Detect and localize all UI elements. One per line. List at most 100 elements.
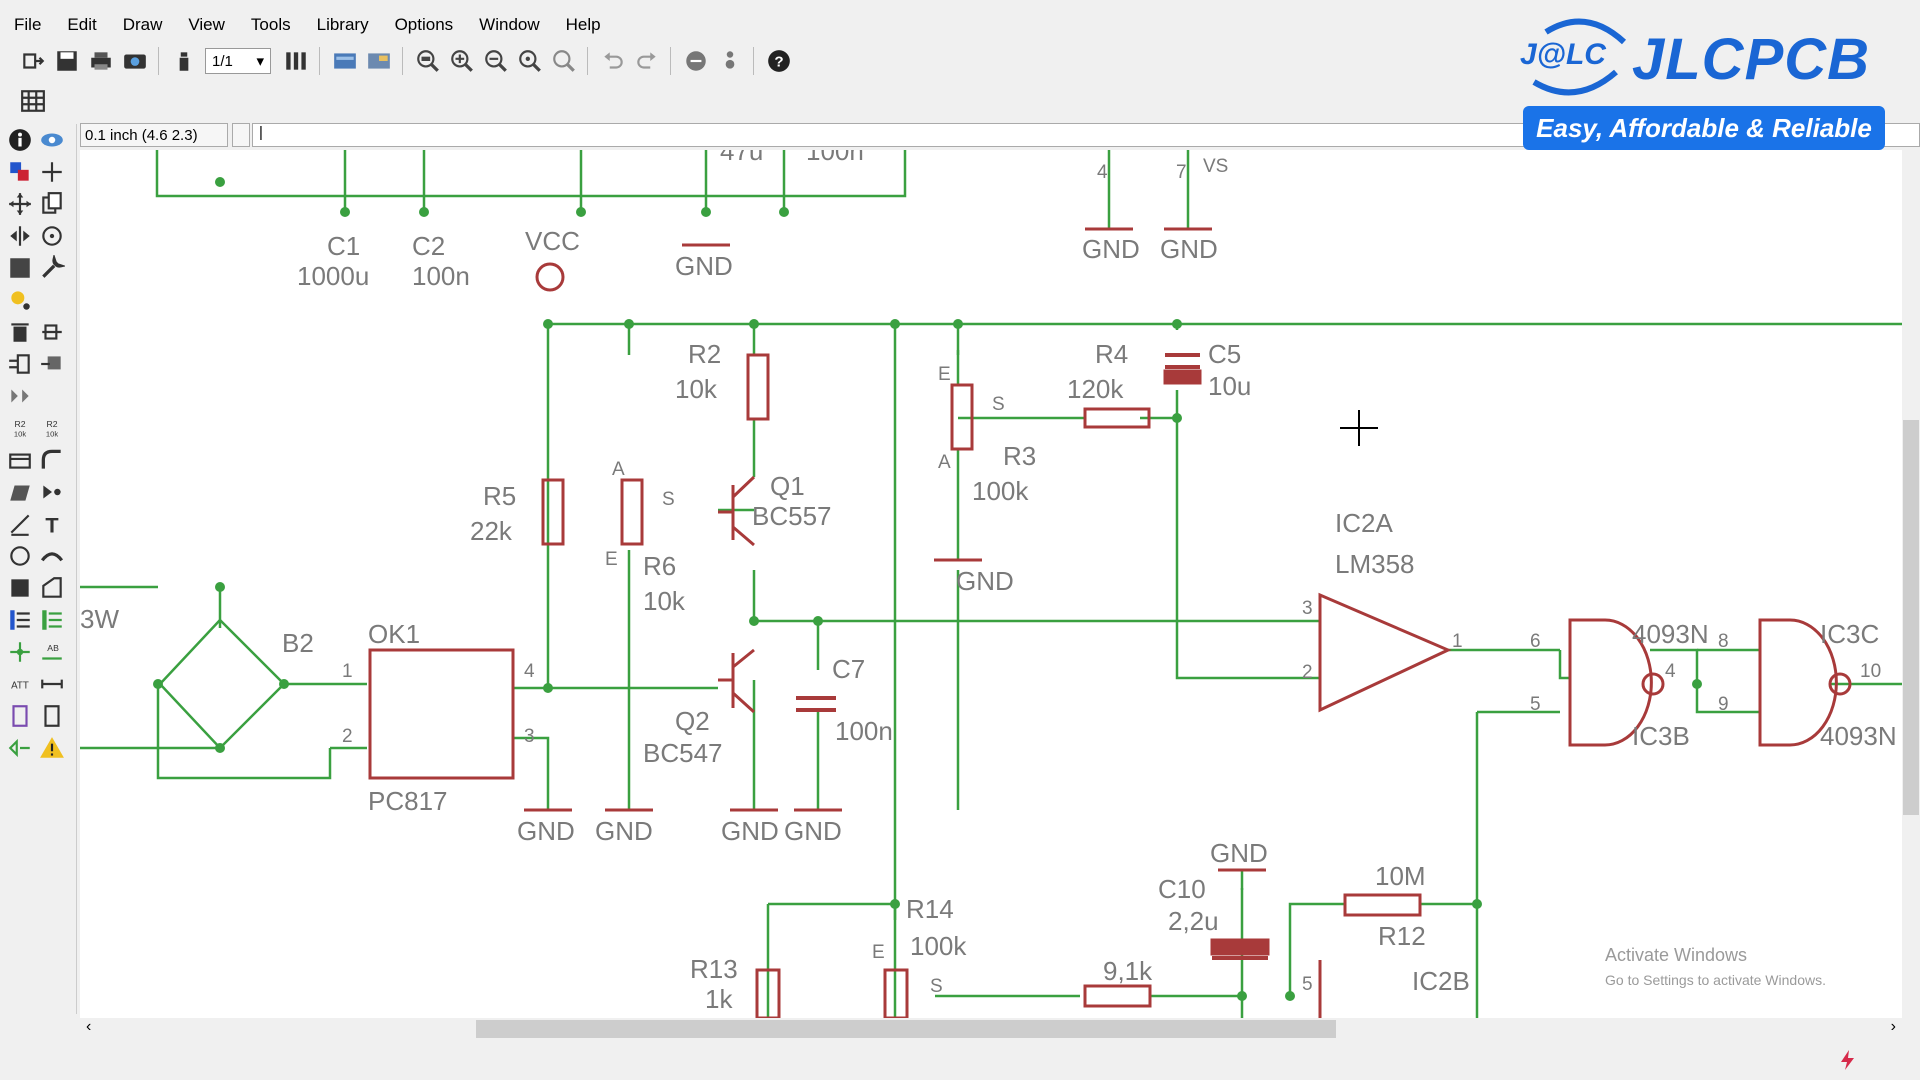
c10-name: C10 <box>1158 874 1206 904</box>
smash-icon[interactable] <box>4 444 36 476</box>
board-icon[interactable] <box>281 46 311 76</box>
crosshair-cursor <box>1340 410 1378 446</box>
junction-icon[interactable] <box>4 636 36 668</box>
menu-help[interactable]: Help <box>553 0 614 38</box>
copy-icon[interactable] <box>36 188 68 220</box>
display-layers-icon[interactable] <box>4 156 36 188</box>
undo-icon[interactable] <box>598 46 628 76</box>
gnd-label: GND <box>1160 234 1218 264</box>
c2-value: 100n <box>412 261 470 291</box>
vs-label: VS <box>1203 156 1228 177</box>
q1-name: Q1 <box>770 471 805 501</box>
menu-options[interactable]: Options <box>382 0 467 38</box>
junction-dot <box>624 319 634 329</box>
r4-name: R4 <box>1095 339 1128 369</box>
ulp-icon[interactable] <box>364 46 394 76</box>
menu-tools[interactable]: Tools <box>238 0 304 38</box>
ic3b-name: IC3B <box>1632 721 1690 751</box>
gnd-label: GND <box>784 816 842 846</box>
label-icon[interactable]: AB <box>36 636 68 668</box>
replace-icon[interactable] <box>36 348 68 380</box>
junction-dot <box>1172 319 1182 329</box>
text-icon[interactable]: T <box>36 508 68 540</box>
polygon-icon[interactable] <box>36 572 68 604</box>
warning-icon[interactable] <box>36 732 68 764</box>
paste-icon[interactable] <box>4 284 36 316</box>
sheet-select[interactable]: 1/1 ▾ <box>205 48 271 74</box>
menu-library[interactable]: Library <box>304 0 382 38</box>
dimension-icon[interactable] <box>36 668 68 700</box>
pin-8-label: 8 <box>1718 631 1729 652</box>
save-icon[interactable] <box>52 46 82 76</box>
add-icon[interactable] <box>36 316 68 348</box>
c2-name: C2 <box>412 231 445 261</box>
change-icon[interactable] <box>36 252 68 284</box>
junctions <box>153 177 1702 1001</box>
sheet-icon[interactable] <box>169 46 199 76</box>
schematic-canvas[interactable]: C1 1000u C2 100n 47u 100n VCC GND GND GN… <box>80 150 1902 1018</box>
rect-icon[interactable] <box>4 572 36 604</box>
junction-dot <box>153 679 163 689</box>
zoom-redraw-icon[interactable] <box>515 46 545 76</box>
stop-icon[interactable] <box>681 46 711 76</box>
ic3b-value: 4093N <box>1632 619 1709 649</box>
blank-tool <box>36 284 68 316</box>
print-icon[interactable] <box>86 46 116 76</box>
gateswap-icon[interactable] <box>4 380 36 412</box>
value-icon[interactable]: R2 10k <box>36 412 68 444</box>
scroll-right-icon[interactable]: › <box>1891 1018 1896 1036</box>
lightning-icon[interactable] <box>1836 1048 1860 1074</box>
show-icon[interactable] <box>36 124 68 156</box>
chevron-down-icon: ▾ <box>256 53 264 70</box>
invoke-icon[interactable] <box>36 476 68 508</box>
bus-icon[interactable] <box>4 604 36 636</box>
zoom-out-icon[interactable] <box>481 46 511 76</box>
go-icon[interactable] <box>715 46 745 76</box>
menu-window[interactable]: Window <box>466 0 552 38</box>
module-icon[interactable] <box>36 700 68 732</box>
delete-icon[interactable] <box>4 316 36 348</box>
net-icon[interactable] <box>36 604 68 636</box>
mirror-icon[interactable] <box>4 220 36 252</box>
mark-icon[interactable] <box>36 156 68 188</box>
coordinate-toggle[interactable] <box>232 123 250 147</box>
zoom-fit-icon[interactable] <box>413 46 443 76</box>
redo-icon[interactable] <box>632 46 662 76</box>
menu-edit[interactable]: Edit <box>54 0 109 38</box>
junction-dot <box>813 616 823 626</box>
circle-icon[interactable] <box>4 540 36 572</box>
scroll-left-icon[interactable]: ‹ <box>86 1018 91 1036</box>
open-icon[interactable] <box>18 46 48 76</box>
frame-icon[interactable] <box>4 700 36 732</box>
erc-icon[interactable] <box>4 732 36 764</box>
attribute-icon[interactable]: ATT <box>4 668 36 700</box>
menu-view[interactable]: View <box>175 0 238 38</box>
grid-icon[interactable] <box>18 86 48 116</box>
horizontal-scroll-thumb[interactable] <box>476 1020 1336 1038</box>
name-icon[interactable]: R2 10k <box>4 412 36 444</box>
split-icon[interactable] <box>4 476 36 508</box>
menu-draw[interactable]: Draw <box>110 0 176 38</box>
miter-icon[interactable] <box>36 444 68 476</box>
group-icon[interactable] <box>4 252 36 284</box>
junction-dot <box>215 743 225 753</box>
logo-tagline: Easy, Affordable & Reliable <box>1523 106 1885 150</box>
arc-icon[interactable] <box>36 540 68 572</box>
cam-icon[interactable] <box>120 46 150 76</box>
info-icon[interactable] <box>4 124 36 156</box>
move-icon[interactable] <box>4 188 36 220</box>
help-icon[interactable]: ? <box>764 46 794 76</box>
wire-icon[interactable] <box>4 508 36 540</box>
zoom-select-icon[interactable] <box>549 46 579 76</box>
toolbar-divider <box>753 47 756 75</box>
pin-s-label: S <box>992 394 1005 415</box>
ok1-name: OK1 <box>368 619 420 649</box>
vertical-scroll-thumb[interactable] <box>1903 420 1919 815</box>
svg-text:R2: R2 <box>14 419 25 429</box>
menu-file[interactable]: File <box>0 0 54 38</box>
junction-dot <box>779 207 789 217</box>
script-icon[interactable] <box>330 46 360 76</box>
rotate-icon[interactable] <box>36 220 68 252</box>
zoom-in-icon[interactable] <box>447 46 477 76</box>
pinswap-icon[interactable] <box>4 348 36 380</box>
